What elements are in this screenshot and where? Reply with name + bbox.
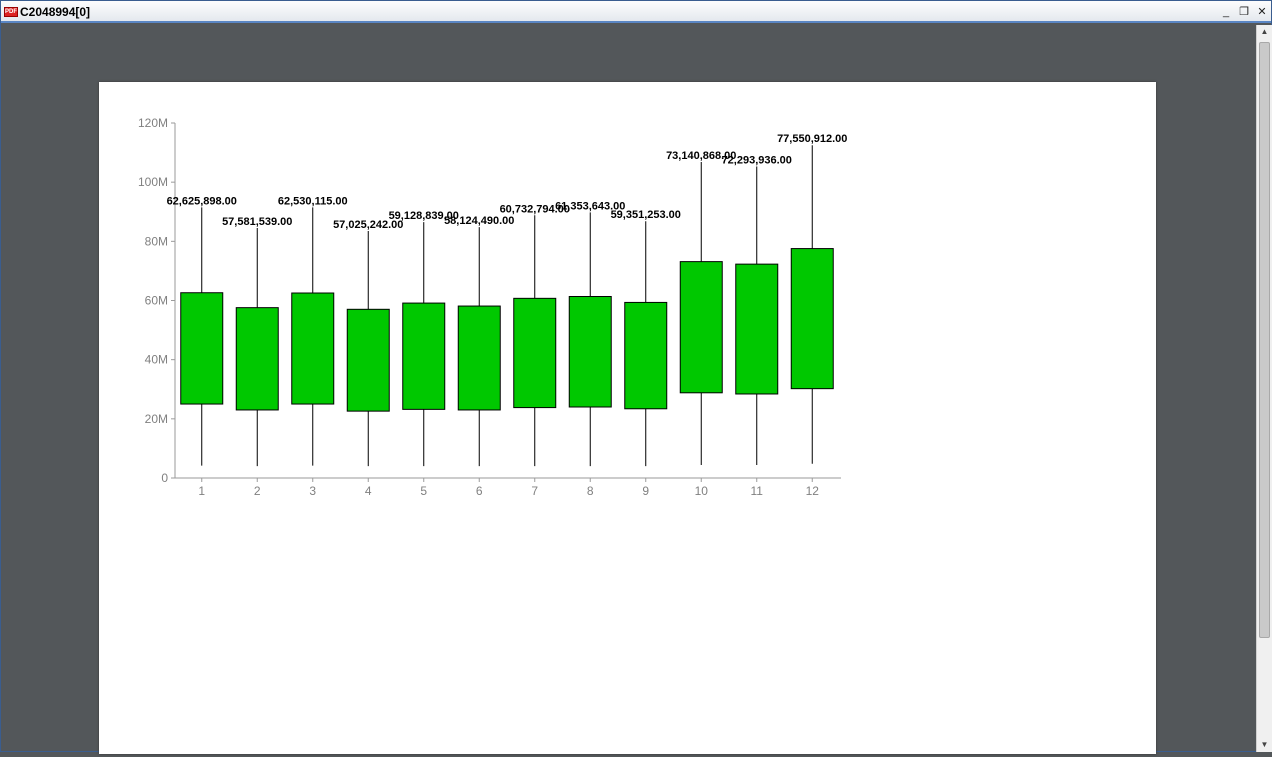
y-tick-label: 60M (145, 294, 168, 308)
document-page: 0 20M 40M 60M 80M 100M 120M 1 2 3 4 5 6 7 8 9 10 11 12 62,… (99, 82, 1156, 754)
scroll-down-arrow-icon[interactable]: ▼ (1257, 738, 1272, 752)
box-5: 59,128,839.00 (389, 210, 459, 467)
box-9: 59,351,253.00 (611, 209, 681, 467)
box-rect (513, 297, 557, 409)
x-tick-label: 5 (420, 484, 427, 498)
x-tick-label: 11 (751, 484, 764, 498)
x-tick-label: 6 (476, 484, 483, 498)
data-label: 72,293,936.00 (722, 154, 792, 166)
box-2: 57,581,539.00 (222, 216, 292, 467)
data-label: 62,625,898.00 (167, 195, 237, 207)
box-rect (346, 308, 390, 412)
data-label: 59,351,253.00 (611, 209, 681, 221)
maximize-button[interactable]: ❐ (1237, 5, 1251, 19)
window-title: C2048994[0] (20, 5, 91, 19)
x-tick-label: 8 (587, 484, 594, 498)
box-rect (679, 261, 723, 394)
scrollbar-thumb[interactable] (1259, 42, 1270, 638)
y-tick-label: 80M (145, 234, 168, 248)
y-tick-label: 120M (138, 116, 168, 130)
box-rect (790, 248, 834, 390)
data-label: 57,581,539.00 (222, 216, 292, 228)
box-rect (402, 302, 446, 410)
box-rect (291, 292, 335, 405)
chart-marks: 62,625,898.00 57,581,539.00 62,530,115.00 5… (167, 133, 847, 467)
y-tick-label: 20M (145, 412, 168, 426)
x-tick-label: 4 (365, 484, 372, 498)
box-6: 58,124,490.00 (444, 215, 514, 467)
box-rect (624, 301, 668, 410)
box-rect (568, 295, 612, 408)
x-tick-label: 1 (198, 484, 205, 498)
minimize-button[interactable]: _ (1219, 5, 1233, 19)
x-tick-label: 10 (695, 484, 709, 498)
x-tick-label: 9 (642, 484, 649, 498)
pdf-viewer-window: PDF C2048994[0] _ ❐ ✕ 0 20M 40M 60M 80M 100M 1… (0, 0, 1272, 754)
box-1: 62,625,898.00 (167, 195, 237, 466)
box-4: 57,025,242.00 (333, 219, 403, 467)
box-rect (235, 307, 279, 411)
x-tick-label: 7 (531, 484, 538, 498)
boxplot-chart: 020M40M60M80M100M120M1 2 3 4 5 6 7 8 9 10 11 12 62,… (138, 116, 847, 498)
y-tick-label: 40M (145, 353, 168, 367)
box-rect (457, 305, 501, 411)
box-3: 62,530,115.00 (278, 195, 348, 466)
data-label: 62,530,115.00 (278, 195, 348, 207)
y-tick-label: 100M (138, 175, 168, 189)
box-rect (180, 292, 224, 405)
x-tick-label: 12 (806, 484, 820, 498)
pdf-document-icon: PDF (4, 7, 18, 17)
vertical-scrollbar[interactable]: ▲ ▼ (1256, 25, 1272, 752)
scroll-up-arrow-icon[interactable]: ▲ (1257, 25, 1272, 39)
box-7: 60,732,794.00 (500, 203, 570, 467)
box-10: 73,140,868.00 (666, 150, 736, 465)
x-tick-label: 3 (309, 484, 316, 498)
box-12: 77,550,912.00 (777, 133, 847, 464)
data-label: 77,550,912.00 (777, 133, 847, 145)
box-8: 61,353,643.00 (555, 200, 625, 467)
box-rect (735, 263, 779, 395)
x-tick-label: 2 (254, 484, 261, 498)
box-11: 72,293,936.00 (722, 154, 792, 465)
title-bar[interactable]: PDF C2048994[0] _ ❐ ✕ (1, 1, 1271, 23)
y-tick-label: 0 (161, 471, 168, 485)
close-button[interactable]: ✕ (1255, 5, 1269, 19)
data-label: 58,124,490.00 (444, 215, 514, 227)
